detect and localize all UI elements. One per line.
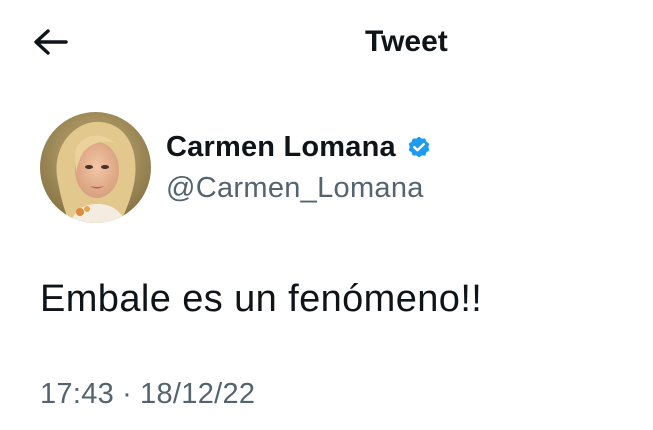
- verified-badge-icon: [406, 135, 432, 161]
- page-title: Tweet: [365, 25, 448, 58]
- author-display-name[interactable]: Carmen Lomana: [166, 131, 396, 164]
- tweet-time: 17:43: [40, 378, 115, 410]
- author-handle[interactable]: @Carmen_Lomana: [166, 172, 424, 205]
- tweet-timestamp[interactable]: 17:43 · 18/12/22: [40, 378, 255, 411]
- author-name-row[interactable]: Carmen Lomana: [166, 131, 432, 164]
- tweet-detail-page: Tweet Carmen Lomana @Carmen_Lomana Embal…: [0, 0, 653, 430]
- tweet-date: 18/12/22: [140, 378, 256, 410]
- back-button[interactable]: [28, 24, 72, 64]
- arrow-left-icon: [32, 28, 68, 61]
- meta-separator: ·: [122, 378, 133, 410]
- tweet-text: Embale es un fenómeno!!: [40, 278, 483, 320]
- avatar[interactable]: [40, 112, 151, 223]
